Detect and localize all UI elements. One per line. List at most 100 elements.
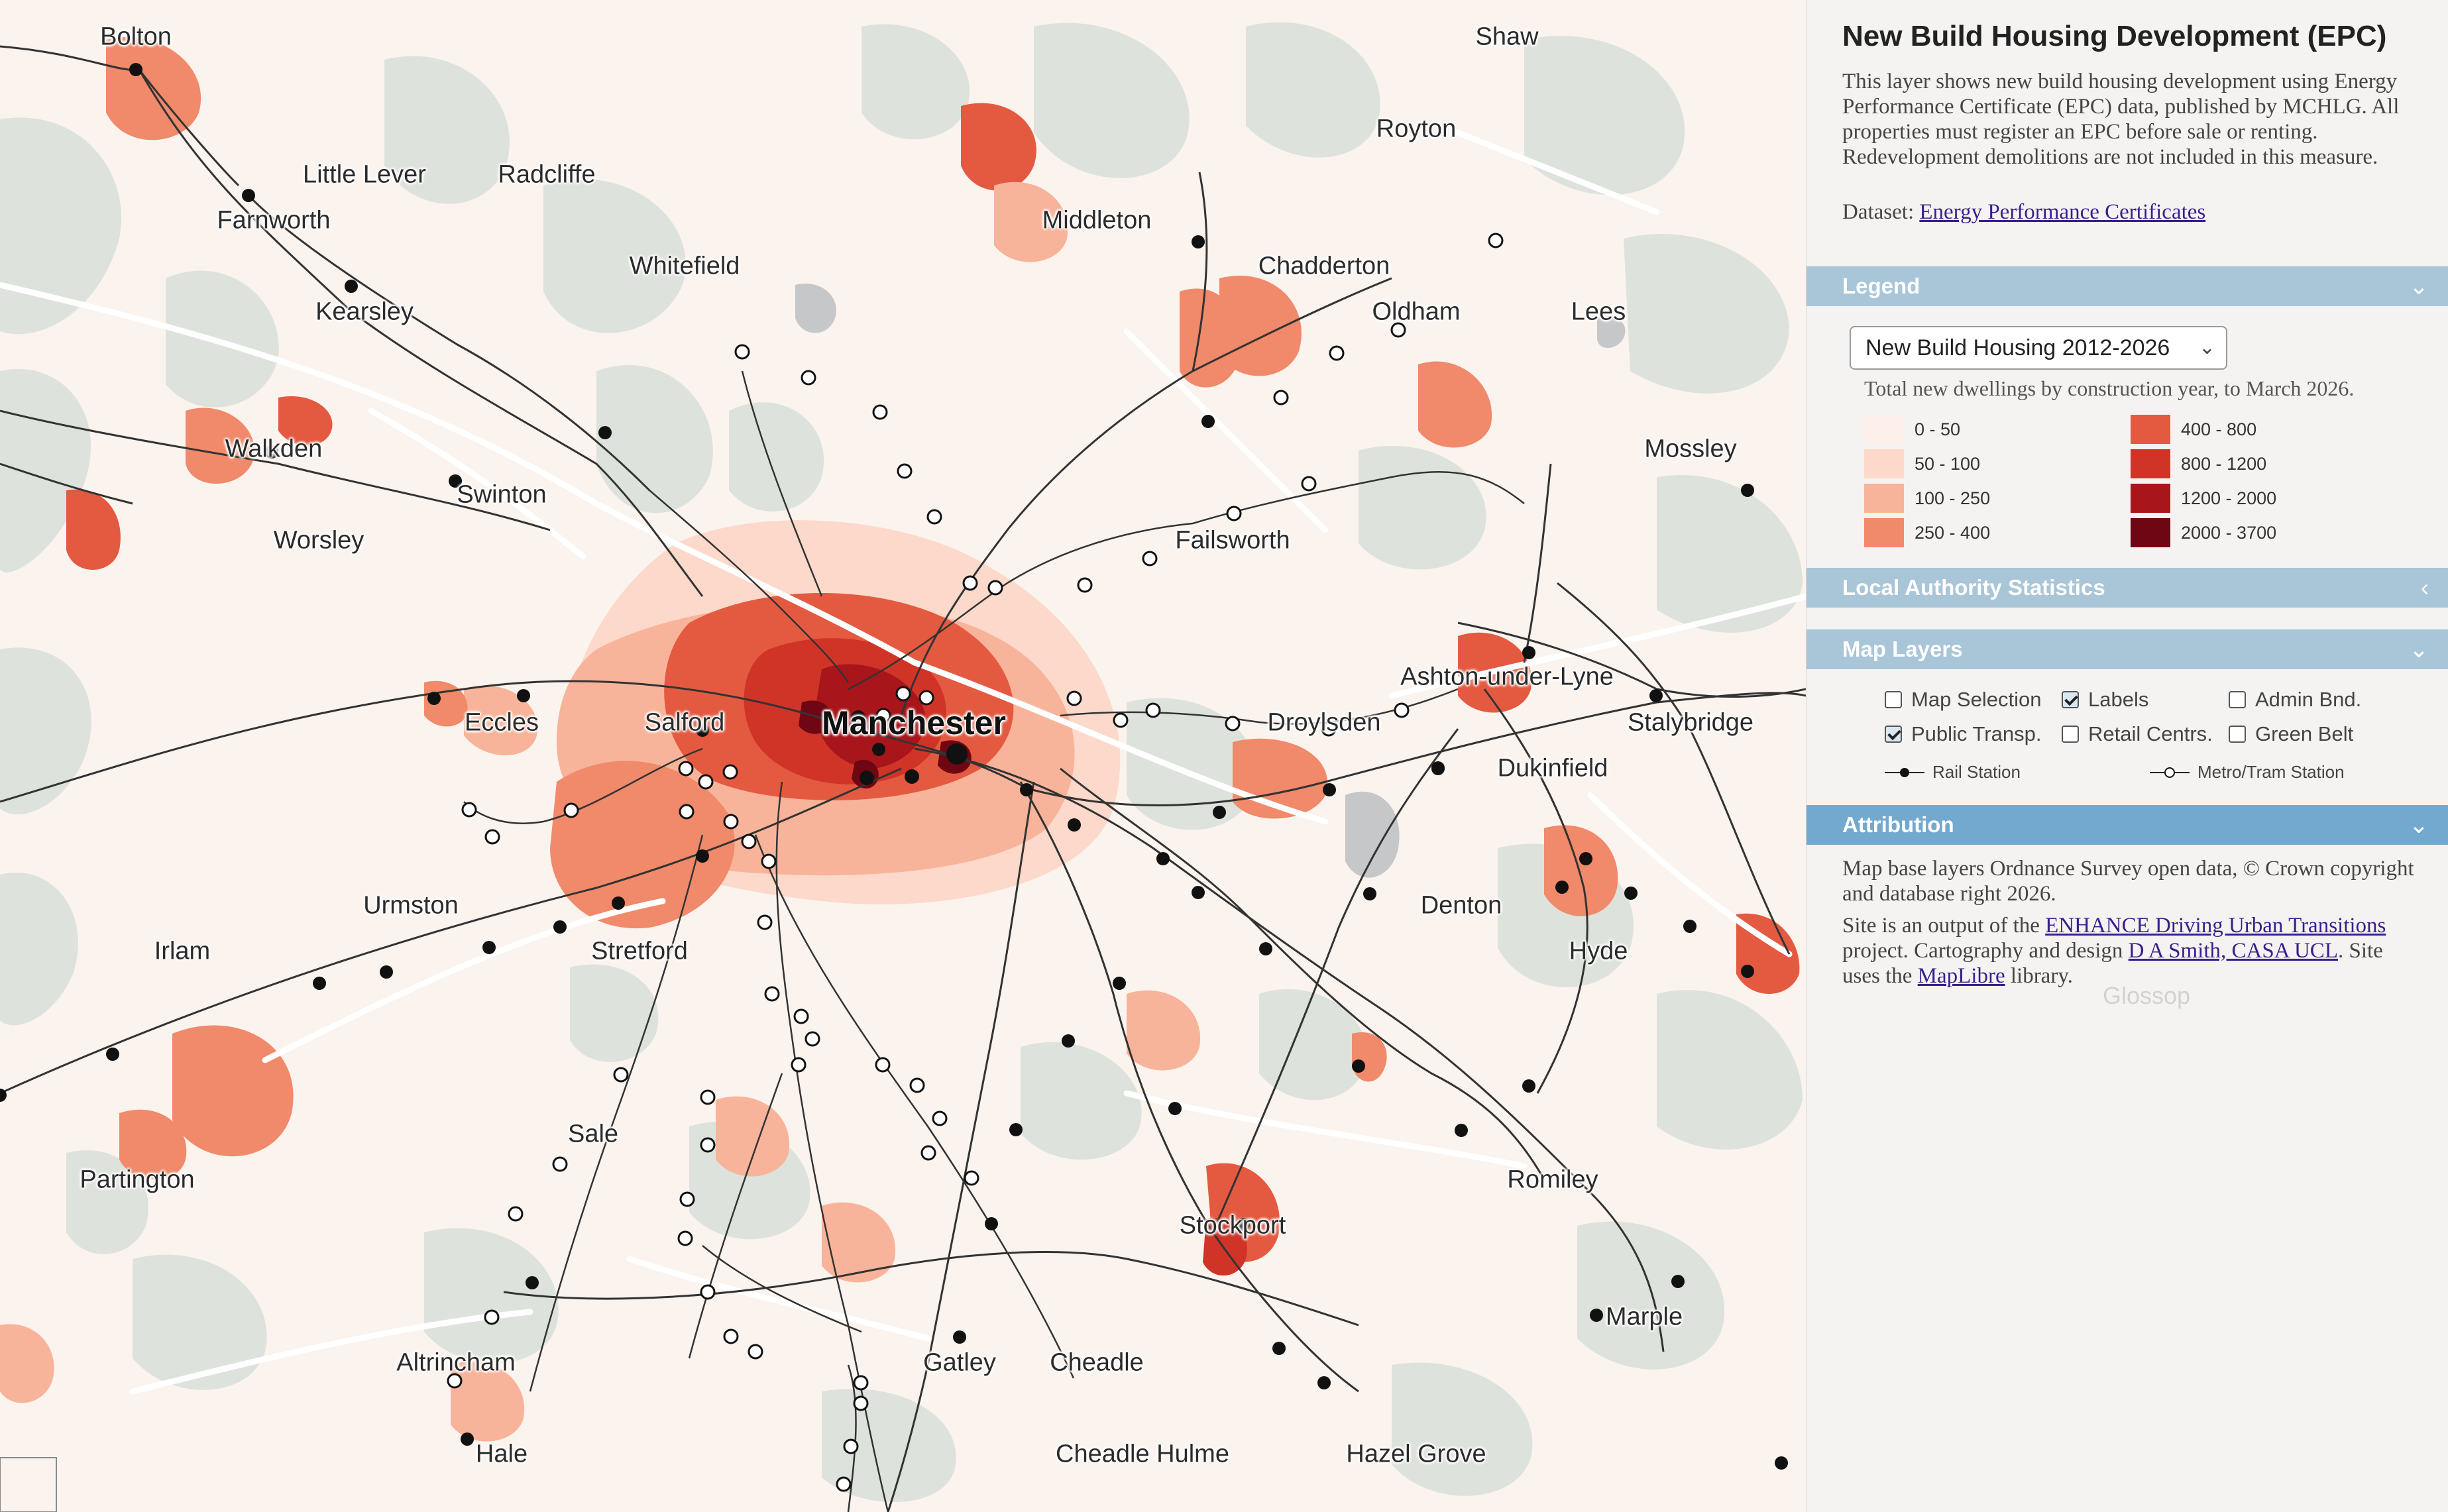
legend-swatch xyxy=(1864,415,1904,444)
place-label-lees: Lees xyxy=(1571,297,1626,326)
checkbox-box[interactable] xyxy=(2229,726,2246,743)
rail-station-icon xyxy=(1885,767,1924,777)
checkbox-box[interactable] xyxy=(2062,691,2079,708)
attribution-text: library. xyxy=(2005,964,2073,988)
checkbox-labels[interactable]: Labels xyxy=(2062,688,2148,712)
legend-label: 1200 - 2000 xyxy=(2181,488,2277,508)
metro-station-key: Metro/Tram Station xyxy=(2150,762,2345,783)
checkbox-box[interactable] xyxy=(1885,691,1902,708)
panel-title: New Build Housing Development (EPC) xyxy=(1842,20,2387,52)
chevron-down-icon: ⌄ xyxy=(2408,272,2429,299)
place-label-stalybridge: Stalybridge xyxy=(1627,708,1754,737)
checkbox-box[interactable] xyxy=(2062,726,2079,743)
place-label-mossley: Mossley xyxy=(1644,435,1737,463)
legend-swatch xyxy=(2131,518,2170,547)
checkbox-green-belt[interactable]: Green Belt xyxy=(2229,722,2353,746)
checkbox-public-transp[interactable]: Public Transp. xyxy=(1885,722,2041,746)
place-label-cheadle-hulme: Cheadle Hulme xyxy=(1056,1440,1229,1468)
checkbox-label: Map Selection xyxy=(1911,688,2042,711)
legend-item: 800 - 1200 xyxy=(2131,449,2266,478)
legend-swatch xyxy=(1864,518,1904,547)
attribution-text-1: Map base layers Ordnance Survey open dat… xyxy=(1842,857,2414,906)
checkbox-admin-bnd[interactable]: Admin Bnd. xyxy=(2229,688,2361,712)
map-layers-header[interactable]: Map Layers ⌄ xyxy=(1807,629,2448,669)
place-label-royton: Royton xyxy=(1376,115,1457,143)
place-label-stockport: Stockport xyxy=(1179,1211,1286,1240)
place-label-denton: Denton xyxy=(1420,891,1502,920)
place-label-shaw: Shaw xyxy=(1475,23,1539,51)
legend-label: 2000 - 3700 xyxy=(2181,522,2277,543)
panel-description: This layer shows new build housing devel… xyxy=(1842,70,2400,169)
info-panel: New Build Housing Development (EPC) This… xyxy=(1806,0,2448,1512)
place-label-droylsden: Droylsden xyxy=(1267,708,1381,737)
checkbox-box[interactable] xyxy=(1885,726,1902,743)
legend-label: 100 - 250 xyxy=(1915,488,1991,508)
checkbox-label: Admin Bnd. xyxy=(2255,688,2362,711)
place-label-walkden: Walkden xyxy=(225,435,323,463)
legend-swatch xyxy=(2131,415,2170,444)
attribution-text: Site is an output of the xyxy=(1842,914,2046,938)
place-label-glossop: Glossop xyxy=(2103,982,2191,1009)
legend-header[interactable]: Legend ⌄ xyxy=(1807,266,2448,306)
place-label-partington: Partington xyxy=(80,1165,195,1194)
legend-item: 2000 - 3700 xyxy=(2131,518,2276,547)
layer-select-value: New Build Housing 2012-2026 xyxy=(1865,335,2170,360)
layer-select[interactable]: New Build Housing 2012-2026 ⌄ xyxy=(1850,326,2227,370)
place-label-irlam: Irlam xyxy=(154,937,211,965)
place-label-hale: Hale xyxy=(475,1440,528,1468)
checkbox-label: Green Belt xyxy=(2255,722,2354,745)
local-authority-statistics-header[interactable]: Local Authority Statistics ‹ xyxy=(1807,568,2448,608)
legend-item: 50 - 100 xyxy=(1864,449,1980,478)
checkbox-label: Public Transp. xyxy=(1911,722,2042,745)
legend-swatch xyxy=(2131,449,2170,478)
place-label-salford: Salford xyxy=(644,708,725,737)
place-label-worsley: Worsley xyxy=(273,526,364,555)
legend-label: 0 - 50 xyxy=(1915,419,1961,439)
chevron-down-icon: ⌄ xyxy=(2408,811,2429,838)
place-label-chadderton: Chadderton xyxy=(1258,252,1390,280)
checkbox-label: Labels xyxy=(2088,688,2149,711)
legend-item: 0 - 50 xyxy=(1864,415,1960,444)
metro-station-label: Metro/Tram Station xyxy=(2198,762,2345,782)
place-label-manchester: Manchester xyxy=(822,704,1006,741)
map-layers-header-label: Map Layers xyxy=(1842,637,1963,661)
place-label-hazel-grove: Hazel Grove xyxy=(1346,1440,1486,1468)
attribution-header[interactable]: Attribution ⌄ xyxy=(1807,805,2448,845)
map-canvas[interactable]: Bolton Shaw Royton Little Lever Radcliff… xyxy=(0,0,1806,1512)
legend-item: 400 - 800 xyxy=(2131,415,2256,444)
legend-swatch xyxy=(2131,484,2170,513)
place-label-ashton-under-lyne: Ashton-under-Lyne xyxy=(1400,663,1614,691)
rail-station-label: Rail Station xyxy=(1932,762,2021,782)
legend-header-label: Legend xyxy=(1842,274,1920,298)
dataset-link[interactable]: Energy Performance Certificates xyxy=(1919,200,2205,224)
legend-item: 1200 - 2000 xyxy=(2131,484,2276,513)
maplibre-link[interactable]: MapLibre xyxy=(1918,964,2005,988)
place-label-gatley: Gatley xyxy=(923,1348,996,1377)
place-label-oldham: Oldham xyxy=(1372,297,1461,326)
author-link[interactable]: D A Smith, CASA UCL xyxy=(2129,939,2338,963)
place-label-marple: Marple xyxy=(1605,1303,1683,1331)
legend-item: 250 - 400 xyxy=(1864,518,1990,547)
legend-subtitle: Total new dwellings by construction year… xyxy=(1864,376,2355,400)
checkbox-retail-centrs[interactable]: Retail Centrs. xyxy=(2062,722,2213,746)
place-label-stretford: Stretford xyxy=(591,937,688,965)
checkbox-label: Retail Centrs. xyxy=(2088,722,2213,745)
place-label-middleton: Middleton xyxy=(1042,206,1152,235)
place-label-romiley: Romiley xyxy=(1507,1165,1598,1194)
place-label-failsworth: Failsworth xyxy=(1175,526,1290,555)
place-label-farnworth: Farnworth xyxy=(217,206,331,235)
legend-label: 400 - 800 xyxy=(2181,419,2257,439)
checkbox-box[interactable] xyxy=(2229,691,2246,708)
legend-swatch xyxy=(1864,484,1904,513)
place-label-radcliffe: Radcliffe xyxy=(498,160,596,189)
checkbox-map-selection[interactable]: Map Selection xyxy=(1885,688,2041,712)
legend-item: 100 - 250 xyxy=(1864,484,1990,513)
las-header-label: Local Authority Statistics xyxy=(1842,575,2105,600)
place-label-little-lever: Little Lever xyxy=(303,160,426,189)
enhance-project-link[interactable]: ENHANCE Driving Urban Transitions xyxy=(2045,914,2386,938)
attribution-text: project. Cartography and design xyxy=(1842,939,2129,963)
place-label-swinton: Swinton xyxy=(457,480,547,509)
place-label-kearsley: Kearsley xyxy=(315,297,414,326)
place-label-urmston: Urmston xyxy=(363,891,459,920)
place-label-whitefield: Whitefield xyxy=(629,252,740,280)
